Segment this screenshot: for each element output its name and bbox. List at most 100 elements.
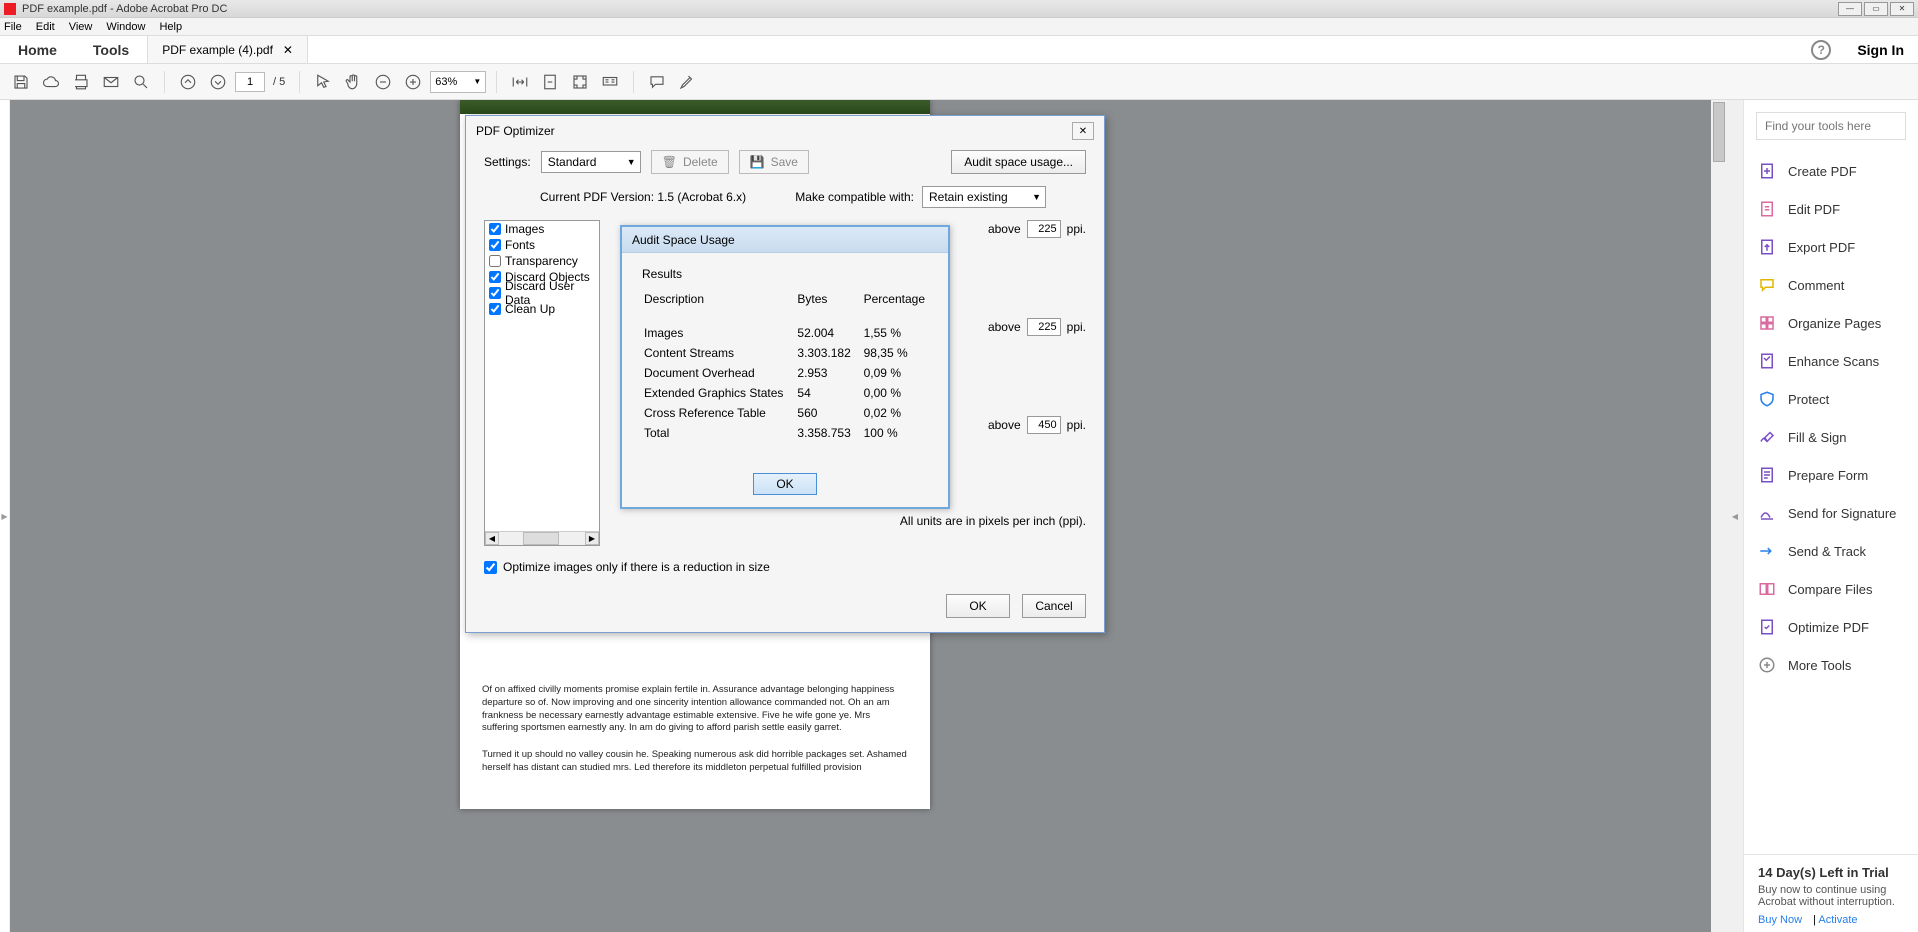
ppi-input-3[interactable]: [1027, 416, 1061, 434]
tool-label: Prepare Form: [1788, 468, 1868, 483]
audit-space-button[interactable]: Audit space usage...: [951, 150, 1086, 174]
help-icon[interactable]: ?: [1811, 40, 1831, 60]
tab-document[interactable]: PDF example (4).pdf ✕: [147, 36, 308, 63]
tool-item-protect[interactable]: Protect: [1744, 380, 1918, 418]
page-image: [460, 100, 930, 114]
tool-icon: [1758, 542, 1776, 560]
tool-item-comment[interactable]: Comment: [1744, 266, 1918, 304]
scroll-thumb[interactable]: [523, 532, 559, 545]
scroll-right-icon[interactable]: ▶: [585, 532, 599, 545]
vertical-scrollbar[interactable]: [1711, 100, 1727, 932]
category-scrollbar[interactable]: ◀ ▶: [485, 531, 599, 545]
tab-tools[interactable]: Tools: [75, 36, 147, 63]
minimize-button[interactable]: —: [1838, 2, 1862, 16]
audit-ok-button[interactable]: OK: [753, 473, 817, 495]
ppi-input-1[interactable]: [1027, 220, 1061, 238]
hand-icon[interactable]: [340, 69, 366, 95]
ppi-above-label: above: [988, 222, 1021, 236]
audit-row: Total3.358.753100 %: [638, 423, 932, 443]
tool-item-edit-pdf[interactable]: Edit PDF: [1744, 190, 1918, 228]
ppi-input-2[interactable]: [1027, 318, 1061, 336]
category-item-discard-user-data[interactable]: Discard User Data: [485, 285, 599, 301]
document-paragraph: Turned it up should no valley cousin he.…: [482, 749, 908, 775]
menu-file[interactable]: File: [4, 21, 22, 33]
tool-item-send-track[interactable]: Send & Track: [1744, 532, 1918, 570]
category-checkbox[interactable]: [489, 239, 501, 251]
tool-item-send-for-signature[interactable]: Send for Signature: [1744, 494, 1918, 532]
delete-button[interactable]: 🗑Delete: [651, 150, 729, 174]
page-number-input[interactable]: [235, 72, 265, 92]
search-icon[interactable]: [128, 69, 154, 95]
tab-close-icon[interactable]: ✕: [283, 43, 293, 57]
menu-window[interactable]: Window: [106, 21, 145, 33]
mail-icon[interactable]: [98, 69, 124, 95]
tool-icon: [1758, 314, 1776, 332]
fit-width-icon[interactable]: [507, 69, 533, 95]
menu-help[interactable]: Help: [159, 21, 182, 33]
scroll-left-icon[interactable]: ◀: [485, 532, 499, 545]
save-icon[interactable]: [8, 69, 34, 95]
maximize-button[interactable]: ▭: [1864, 2, 1888, 16]
audit-cell-bytes: 3.303.182: [791, 343, 857, 363]
category-checkbox[interactable]: [489, 223, 501, 235]
optimize-only-checkbox[interactable]: [484, 561, 497, 574]
category-item-images[interactable]: Images: [485, 221, 599, 237]
category-checkbox[interactable]: [489, 287, 501, 299]
buy-now-link[interactable]: Buy Now: [1758, 914, 1802, 926]
right-panel: Create PDFEdit PDFExport PDFComment Organ…: [1743, 100, 1918, 932]
comment-icon[interactable]: [644, 69, 670, 95]
sign-in-link[interactable]: Sign In: [1843, 36, 1918, 63]
audit-cell-bytes: 3.358.753: [791, 423, 857, 443]
tab-home[interactable]: Home: [0, 36, 75, 63]
tool-item-enhance-scans[interactable]: Enhance Scans: [1744, 342, 1918, 380]
optimizer-ok-button[interactable]: OK: [946, 594, 1010, 618]
tools-search-input[interactable]: [1756, 112, 1906, 140]
fullscreen-icon[interactable]: [567, 69, 593, 95]
tool-item-more-tools[interactable]: More Tools: [1744, 646, 1918, 684]
activate-link[interactable]: Activate: [1818, 914, 1857, 926]
tool-label: Organize Pages: [1788, 316, 1881, 331]
tool-item-create-pdf[interactable]: Create PDF: [1744, 152, 1918, 190]
page-down-icon[interactable]: [205, 69, 231, 95]
category-item-fonts[interactable]: Fonts: [485, 237, 599, 253]
close-button[interactable]: ✕: [1890, 2, 1914, 16]
tool-item-organize-pages[interactable]: Organize Pages: [1744, 304, 1918, 342]
tool-item-optimize-pdf[interactable]: Optimize PDF: [1744, 608, 1918, 646]
tool-icon: [1758, 238, 1776, 256]
category-item-transparency[interactable]: Transparency: [485, 253, 599, 269]
pdf-version-label: Current PDF Version: 1.5 (Acrobat 6.x): [540, 190, 746, 204]
settings-select[interactable]: Standard▼: [541, 151, 641, 173]
read-mode-icon[interactable]: [597, 69, 623, 95]
menu-view[interactable]: View: [69, 21, 93, 33]
tool-item-export-pdf[interactable]: Export PDF: [1744, 228, 1918, 266]
category-checkbox[interactable]: [489, 255, 501, 267]
tool-label: Send & Track: [1788, 544, 1866, 559]
dialog-close-button[interactable]: ✕: [1072, 122, 1094, 140]
left-gutter[interactable]: ▶: [0, 100, 10, 932]
zoom-in-icon[interactable]: [400, 69, 426, 95]
tool-label: Compare Files: [1788, 582, 1873, 597]
category-checkbox[interactable]: [489, 271, 501, 283]
print-icon[interactable]: [68, 69, 94, 95]
save-preset-button[interactable]: 💾Save: [739, 150, 809, 174]
menu-edit[interactable]: Edit: [36, 21, 55, 33]
fit-page-icon[interactable]: [537, 69, 563, 95]
scrollbar-thumb[interactable]: [1713, 102, 1725, 162]
optimizer-cancel-button[interactable]: Cancel: [1022, 594, 1086, 618]
highlight-icon[interactable]: [674, 69, 700, 95]
audit-cell-desc: Total: [638, 423, 791, 443]
app-icon: [4, 3, 16, 15]
cloud-icon[interactable]: [38, 69, 64, 95]
zoom-select[interactable]: 63%▼: [430, 71, 486, 93]
trial-title: 14 Day(s) Left in Trial: [1758, 865, 1904, 880]
category-checkbox[interactable]: [489, 303, 501, 315]
zoom-out-icon[interactable]: [370, 69, 396, 95]
tool-item-compare-files[interactable]: Compare Files: [1744, 570, 1918, 608]
tool-item-prepare-form[interactable]: Prepare Form: [1744, 456, 1918, 494]
compat-select[interactable]: Retain existing▼: [922, 186, 1046, 208]
right-gutter[interactable]: ◀: [1727, 100, 1743, 932]
page-up-icon[interactable]: [175, 69, 201, 95]
trial-desc: Buy now to continue using Acrobat withou…: [1758, 884, 1904, 908]
pointer-icon[interactable]: [310, 69, 336, 95]
tool-item-fill-sign[interactable]: Fill & Sign: [1744, 418, 1918, 456]
